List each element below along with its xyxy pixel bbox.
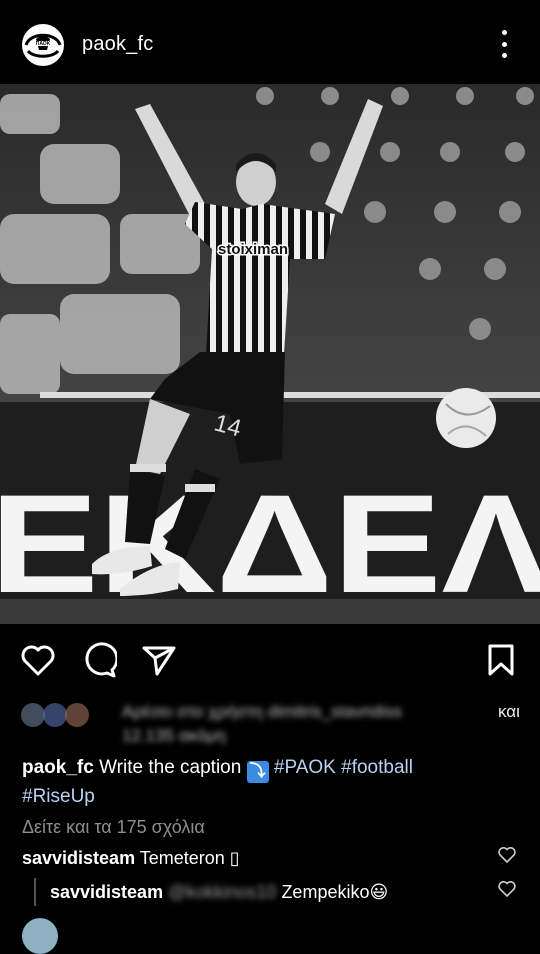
comment-text: Temeteron ▯	[139, 848, 240, 868]
likes-line1-blurred: Αρέσει στο χρήστη dimitris_stavridiss	[122, 702, 402, 721]
hashtag-football[interactable]: #football	[341, 757, 413, 778]
svg-text:ΕΚΔΕΛ: ΕΚΔΕΛ	[0, 465, 540, 622]
bookmark-icon[interactable]	[483, 640, 519, 680]
comment-username[interactable]: savvidisteam	[22, 848, 135, 868]
reply-like-heart-icon[interactable]	[498, 880, 516, 898]
arrow-down-emoji-icon: ⤵	[246, 761, 269, 783]
likes-summary[interactable]: Αρέσει στο χρήστη dimitris_stavridiss κα…	[20, 700, 520, 748]
liker-avatars-icon	[20, 702, 96, 728]
send-icon[interactable]	[141, 640, 177, 680]
caption-username[interactable]: paok_fc	[22, 757, 94, 778]
heart-icon[interactable]	[20, 640, 56, 680]
reply-comment-item: savvidisteam @kokkinos10 Zempekiko😃	[50, 882, 388, 903]
post-caption: paok_fc Write the caption ⤵ #PAOK #footb…	[22, 754, 522, 810]
svg-text:ΠΑΟΚ: ΠΑΟΚ	[36, 41, 51, 47]
svg-text:stoiximan: stoiximan	[218, 241, 288, 258]
post-actions	[0, 640, 540, 684]
post-username[interactable]: paok_fc	[82, 33, 153, 56]
paok-logo-icon[interactable]: ΠΑΟΚ	[20, 22, 66, 68]
reply-text: Zempekiko😃	[281, 882, 389, 902]
reply-username[interactable]: savvidisteam	[50, 882, 163, 902]
reply-mention-blurred: @kokkinos10	[168, 882, 277, 902]
reply-thread-line	[34, 878, 36, 906]
comment-like-heart-icon[interactable]	[498, 846, 516, 864]
post-photo[interactable]: ΕΚΔΕΛ stoiximan 14	[0, 84, 540, 624]
view-all-comments-link[interactable]: Δείτε και τα 175 σχόλια	[22, 817, 205, 838]
hashtag-paok[interactable]: #PAOK	[274, 757, 336, 778]
more-vertical-icon[interactable]	[494, 30, 514, 58]
likes-line2-blurred: 12.135 ακόμη	[122, 726, 226, 745]
hashtag-riseup[interactable]: #RiseUp	[22, 786, 95, 807]
caption-text: Write the caption	[99, 757, 242, 778]
likes-line1-suffix: και	[498, 702, 520, 721]
comment-item: savvidisteam Temeteron ▯	[22, 848, 240, 869]
post-header: ΠΑΟΚ paok_fc	[0, 0, 540, 88]
next-comment-avatar	[22, 918, 58, 954]
comment-icon[interactable]	[81, 640, 117, 680]
